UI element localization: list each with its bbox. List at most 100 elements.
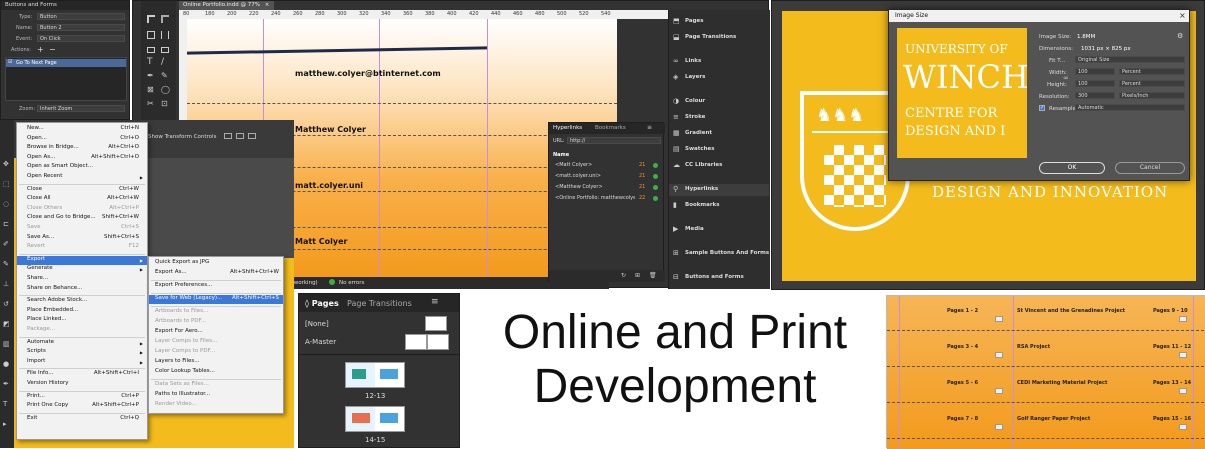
- height-field[interactable]: 100: [1075, 80, 1115, 87]
- resolution-field[interactable]: 300: [1075, 92, 1115, 99]
- dock-item-media[interactable]: ▶ Media: [669, 224, 769, 236]
- spread-right-label[interactable]: Pages 9 - 10: [1153, 308, 1188, 314]
- a-master-thumb-right[interactable]: [427, 334, 449, 350]
- width-field[interactable]: 100: [1075, 68, 1115, 75]
- document-tab[interactable]: Online Portfolio.indd @ 77% ×: [179, 1, 274, 10]
- fit-to-select[interactable]: Original Size: [1075, 56, 1185, 63]
- tab-bookmarks[interactable]: Bookmarks: [595, 125, 626, 131]
- export-menu-item[interactable]: Data Sets as Files...: [149, 381, 283, 390]
- dock-item-buttons-and-forms[interactable]: ⊟ Buttons and Forms: [669, 272, 769, 284]
- marquee-tool-icon[interactable]: ⬚: [3, 180, 10, 188]
- spread-left-label[interactable]: Pages 3 - 4: [947, 344, 978, 350]
- spread-12-13-thumb[interactable]: [345, 362, 405, 388]
- spread-right-label[interactable]: Pages 13 - 14: [1153, 380, 1191, 386]
- file-menu-item[interactable]: Close Ctrl+W: [17, 186, 147, 195]
- export-menu-item[interactable]: Layer Comps to Files...: [149, 338, 283, 347]
- nav-button-icon[interactable]: [1179, 388, 1187, 394]
- nav-button-icon[interactable]: [1179, 316, 1187, 322]
- crop-tool-icon[interactable]: ⊏: [3, 220, 9, 228]
- file-menu-item[interactable]: Export ▶: [17, 255, 147, 265]
- remove-action-icon[interactable]: −: [49, 45, 56, 54]
- hyperlink-row[interactable]: <Matthew Colyer> 21: [549, 183, 665, 193]
- file-menu-item[interactable]: Import ▶: [17, 358, 147, 367]
- dock-item-links[interactable]: ∞ Links: [669, 56, 769, 68]
- export-menu-item[interactable]: Save for Web (Legacy)... Alt+Shift+Ctrl+S: [149, 295, 283, 304]
- align-icon[interactable]: [236, 133, 244, 139]
- file-menu-item[interactable]: Print One Copy Alt+Shift+Ctrl+P: [17, 402, 147, 411]
- file-menu-item[interactable]: Open... Ctrl+O: [17, 135, 147, 144]
- file-menu-item[interactable]: Automate ▶: [17, 339, 147, 348]
- zoom-select[interactable]: Inherit Zoom: [37, 105, 125, 112]
- align-icon[interactable]: [248, 133, 256, 139]
- file-menu-item[interactable]: Share...: [17, 275, 147, 284]
- nav-button-icon[interactable]: [1179, 424, 1187, 430]
- direct-selection-tool-icon[interactable]: [161, 15, 169, 23]
- file-menu-item[interactable]: Generate ▶: [17, 265, 147, 274]
- text-tool-icon[interactable]: T: [3, 400, 7, 408]
- nav-button-icon[interactable]: [995, 388, 1003, 394]
- width-unit-select[interactable]: Percent: [1119, 68, 1185, 75]
- hyperlink-row[interactable]: <Matt Colyer> 21: [549, 161, 665, 171]
- event-select[interactable]: On Click: [37, 35, 125, 42]
- nav-button-icon[interactable]: [995, 352, 1003, 358]
- close-icon[interactable]: ×: [1179, 11, 1186, 20]
- dock-item-layers[interactable]: ◈ Layers: [669, 72, 769, 84]
- dock-item-colour[interactable]: ◑ Colour: [669, 96, 769, 108]
- content-placer-icon[interactable]: [161, 47, 169, 53]
- none-master-thumb[interactable]: [425, 316, 447, 331]
- dock-item-pages[interactable]: ⬒ Pages: [669, 16, 769, 28]
- ellipse-tool-icon[interactable]: ◯: [161, 85, 170, 94]
- a-master-thumb-left[interactable]: [405, 334, 427, 350]
- eyedropper-icon[interactable]: ✐: [3, 240, 9, 248]
- name-link-text[interactable]: Matthew Colyer: [295, 125, 366, 134]
- file-menu-item[interactable]: Save As... Shift+Ctrl+S: [17, 234, 147, 243]
- rectangle-frame-tool-icon[interactable]: ⊠: [147, 85, 154, 94]
- ok-button[interactable]: OK: [1039, 162, 1105, 174]
- file-menu-item[interactable]: Open As... Alt+Shift+Ctrl+O: [17, 154, 147, 163]
- file-menu-item[interactable]: Scripts ▶: [17, 348, 147, 357]
- align-icon[interactable]: [224, 133, 232, 139]
- file-menu-item[interactable]: Open Recent ▶: [17, 173, 147, 182]
- file-menu-item[interactable]: Save Ctrl+S: [17, 224, 147, 233]
- file-menu-item[interactable]: Exit Ctrl+Q: [17, 415, 147, 424]
- hyperlink-row[interactable]: <matt.colyer.uni> 21: [549, 172, 665, 182]
- file-menu-item[interactable]: Version History: [17, 380, 147, 389]
- resample-select[interactable]: Automatic: [1075, 104, 1185, 111]
- nav-button-icon[interactable]: [1179, 352, 1187, 358]
- hyperlink-row[interactable]: <Online Portfolio: matthewcolyer ... 22: [549, 194, 665, 204]
- export-menu-item[interactable]: Paths to Illustrator...: [149, 391, 283, 400]
- cancel-button[interactable]: Cancel: [1115, 162, 1185, 174]
- file-menu-item[interactable]: Revert F12: [17, 243, 147, 252]
- file-menu-item[interactable]: Place Embedded...: [17, 307, 147, 316]
- spread-left-label[interactable]: Pages 1 - 2: [947, 308, 978, 314]
- export-menu-item[interactable]: Artboards to PDF...: [149, 318, 283, 327]
- tab-page-transitions[interactable]: Page Transitions: [347, 299, 412, 308]
- type-tool-icon[interactable]: T: [147, 57, 153, 67]
- gear-icon[interactable]: ⚙: [1177, 32, 1183, 40]
- gap-tool-icon[interactable]: [161, 31, 169, 39]
- spread-14-15-thumb[interactable]: [345, 406, 405, 432]
- action-item[interactable]: ☑ Go To Next Page: [6, 59, 126, 67]
- dock-item-hyperlinks[interactable]: ⚲ Hyperlinks: [669, 184, 769, 196]
- history-brush-icon[interactable]: ↺: [3, 300, 9, 308]
- file-menu-item[interactable]: Share on Behance...: [17, 285, 147, 294]
- export-menu-item[interactable]: Artboards to Files...: [149, 308, 283, 317]
- file-menu-item[interactable]: File Info... Alt+Shift+Ctrl+I: [17, 370, 147, 379]
- spread-right-label[interactable]: Pages 15 - 16: [1153, 416, 1191, 422]
- path-select-icon[interactable]: ▸: [3, 420, 7, 428]
- spread-right-label[interactable]: Pages 11 - 12: [1153, 344, 1191, 350]
- export-menu-item[interactable]: Render Video...: [149, 401, 283, 410]
- nav-button-icon[interactable]: [995, 316, 1003, 322]
- delete-icon[interactable]: 🗑: [649, 272, 657, 279]
- pencil-tool-icon[interactable]: ✎: [161, 71, 168, 80]
- refresh-icon[interactable]: ↻: [621, 272, 626, 279]
- line-tool-icon[interactable]: /: [161, 57, 164, 67]
- file-menu-item[interactable]: Browse in Bridge... Alt+Ctrl+O: [17, 144, 147, 153]
- type-select[interactable]: Button: [37, 13, 125, 20]
- free-transform-icon[interactable]: ⊡: [161, 99, 168, 108]
- selection-tool-icon[interactable]: [147, 15, 155, 23]
- blur-tool-icon[interactable]: ●: [3, 360, 9, 368]
- file-menu-item[interactable]: New... Ctrl+N: [17, 125, 147, 134]
- file-menu-item[interactable]: Print... Ctrl+P: [17, 393, 147, 402]
- dock-item-sample-buttons-and-forms[interactable]: ⊞ Sample Buttons And Forms: [669, 248, 769, 260]
